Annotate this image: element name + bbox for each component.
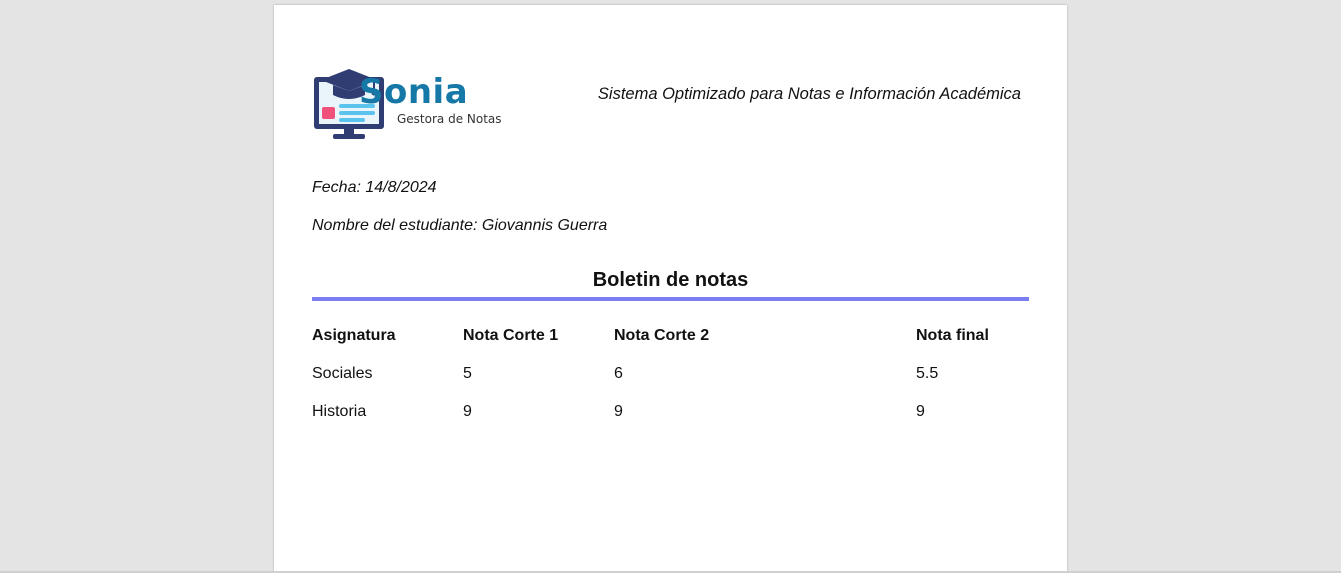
logo-wordmark: Sonia — [359, 72, 469, 112]
table-cell: 5 — [463, 365, 472, 382]
table-header-row: Asignatura Nota Corte 1 Nota Corte 2 Not… — [312, 317, 1029, 355]
table-row: Sociales 5 6 5.5 — [312, 355, 1029, 393]
table-cell: 9 — [614, 403, 623, 420]
table-cell: 6 — [614, 365, 623, 382]
document-page: Sonia Gestora de Notas Sistema Optimizad… — [274, 5, 1067, 573]
table-cell: 9 — [916, 403, 925, 420]
table-cell: Sociales — [312, 365, 373, 382]
student-name: Nombre del estudiante: Giovannis Guerra — [312, 217, 608, 234]
logo-subtitle: Gestora de Notas — [397, 112, 502, 126]
report-date: Fecha: 14/8/2024 — [312, 179, 437, 196]
report-title: Boletin de notas — [592, 269, 749, 291]
system-tagline: Sistema Optimizado para Notas e Informac… — [597, 85, 1021, 103]
title-divider — [312, 297, 1029, 301]
table-row: Historia 9 9 9 — [312, 393, 1029, 431]
column-header-asignatura: Asignatura — [312, 327, 396, 344]
table-cell: Historia — [312, 403, 367, 420]
table-cell: 5.5 — [916, 365, 939, 382]
column-header-nota-corte-1: Nota Corte 1 — [463, 327, 559, 344]
table-cell: 9 — [463, 403, 472, 420]
column-header-nota-corte-2: Nota Corte 2 — [614, 327, 710, 344]
column-header-nota-final: Nota final — [916, 327, 989, 344]
document-viewer: Sonia Gestora de Notas Sistema Optimizad… — [0, 0, 1341, 573]
grades-table: Asignatura Nota Corte 1 Nota Corte 2 Not… — [312, 317, 1029, 431]
